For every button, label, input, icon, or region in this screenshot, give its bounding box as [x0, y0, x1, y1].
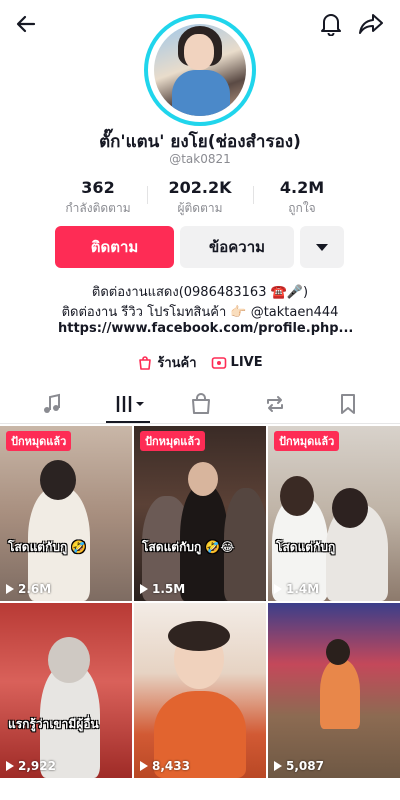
pinned-badge: ปักหมุดแล้ว — [6, 431, 72, 451]
view-count-text: 2.6M — [18, 582, 52, 596]
bell-icon[interactable] — [320, 12, 342, 36]
avatar — [154, 24, 246, 116]
bookmark-icon[interactable] — [333, 392, 363, 416]
stat-label: กำลังติดตาม — [65, 201, 131, 215]
stat-following[interactable]: 362 กำลังติดตาม — [43, 178, 153, 218]
view-count-text: 1.5M — [152, 582, 186, 596]
view-count: 1.4M — [274, 582, 319, 596]
repost-icon[interactable] — [260, 392, 290, 416]
live-label: LIVE — [230, 355, 263, 370]
video-thumbnail[interactable]: แรกรู้ว่าเขามีผู้อื่น 2,922 — [0, 603, 132, 778]
view-count: 2.6M — [6, 582, 51, 596]
video-caption: แรกรู้ว่าเขามีผู้อื่น — [8, 717, 99, 731]
profile-link[interactable]: https://www.facebook.com/profile.php... — [52, 321, 354, 336]
profile-stats: 362 กำลังติดตาม 202.2K ผู้ติดตาม 4.2M ถู… — [0, 178, 400, 218]
stat-label: ผู้ติดตาม — [177, 201, 223, 215]
active-tab-indicator — [106, 421, 150, 423]
share-icon[interactable] — [358, 12, 384, 36]
video-caption: โสดแต่กับกู 🤣😂 — [142, 540, 235, 554]
view-count: 1.5M — [140, 582, 185, 596]
video-thumbnail[interactable]: ปักหมุดแล้ว โสดแต่กับกู 🤣 2.6M — [0, 426, 132, 601]
message-button[interactable]: ข้อความ — [180, 226, 294, 268]
stat-value: 4.2M — [279, 178, 325, 197]
video-caption: โสดแต่กับกู — [276, 540, 336, 554]
live-link[interactable]: LIVE — [211, 352, 263, 373]
stat-likes: 4.2M ถูกใจ — [247, 178, 357, 218]
profile-extras: ร้านค้า LIVE — [0, 352, 400, 373]
profile-handle: @tak0821 — [169, 152, 231, 166]
shop-link[interactable]: ร้านค้า — [137, 352, 197, 373]
profile-name: ตั๊ก'แตน' ยงโย(ช่องสำรอง) — [99, 132, 301, 152]
profile-tabs — [0, 384, 400, 424]
video-thumbnail[interactable]: 8,433 — [134, 603, 266, 778]
shop-bag-icon — [139, 355, 152, 370]
stat-value: 362 — [81, 178, 115, 197]
video-thumbnail[interactable]: ปักหมุดแล้ว โสดแต่กับกู 🤣😂 1.5M — [134, 426, 266, 601]
video-thumbnail[interactable]: ปักหมุดแล้ว โสดแต่กับกู 1.4M — [268, 426, 400, 601]
view-count: 5,087 — [274, 759, 324, 773]
pinned-badge: ปักหมุดแล้ว — [274, 431, 340, 451]
more-options-button[interactable] — [300, 226, 344, 268]
shopping-bag-icon[interactable] — [186, 392, 216, 416]
videos-grid-icon[interactable] — [112, 392, 152, 416]
view-count-text: 8,433 — [152, 759, 190, 773]
stat-value: 202.2K — [168, 178, 232, 197]
play-icon — [6, 761, 14, 771]
play-icon — [140, 761, 148, 771]
pinned-badge: ปักหมุดแล้ว — [140, 431, 206, 451]
chevron-down-icon — [316, 243, 328, 251]
view-count-text: 1.4M — [286, 582, 320, 596]
view-count-text: 2,922 — [18, 759, 56, 773]
play-icon — [274, 761, 282, 771]
avatar-ring[interactable] — [144, 14, 256, 126]
music-icon[interactable] — [38, 392, 68, 416]
play-icon — [274, 584, 282, 594]
back-arrow-icon[interactable] — [14, 12, 38, 36]
play-icon — [140, 584, 148, 594]
view-count-text: 5,087 — [286, 759, 324, 773]
profile-link-text: https://www.facebook.com/profile.php... — [58, 321, 354, 336]
stat-label: ถูกใจ — [288, 201, 316, 215]
stat-followers[interactable]: 202.2K ผู้ติดตาม — [145, 178, 255, 218]
view-count: 8,433 — [140, 759, 190, 773]
view-count: 2,922 — [6, 759, 56, 773]
play-icon — [6, 584, 14, 594]
follow-button[interactable]: ติดตาม — [55, 226, 174, 268]
bio-line: ติดต่องานแสดง(0986483163 ☎️🎤) — [91, 285, 309, 300]
video-thumbnail[interactable]: 5,087 — [268, 603, 400, 778]
video-caption: โสดแต่กับกู 🤣 — [8, 540, 87, 554]
bio-line: ติดต่องาน รีวิว โปรโมทสินค้า 👉🏻 @taktaen… — [61, 305, 339, 320]
shop-label: ร้านค้า — [157, 356, 197, 371]
live-icon — [211, 356, 226, 369]
